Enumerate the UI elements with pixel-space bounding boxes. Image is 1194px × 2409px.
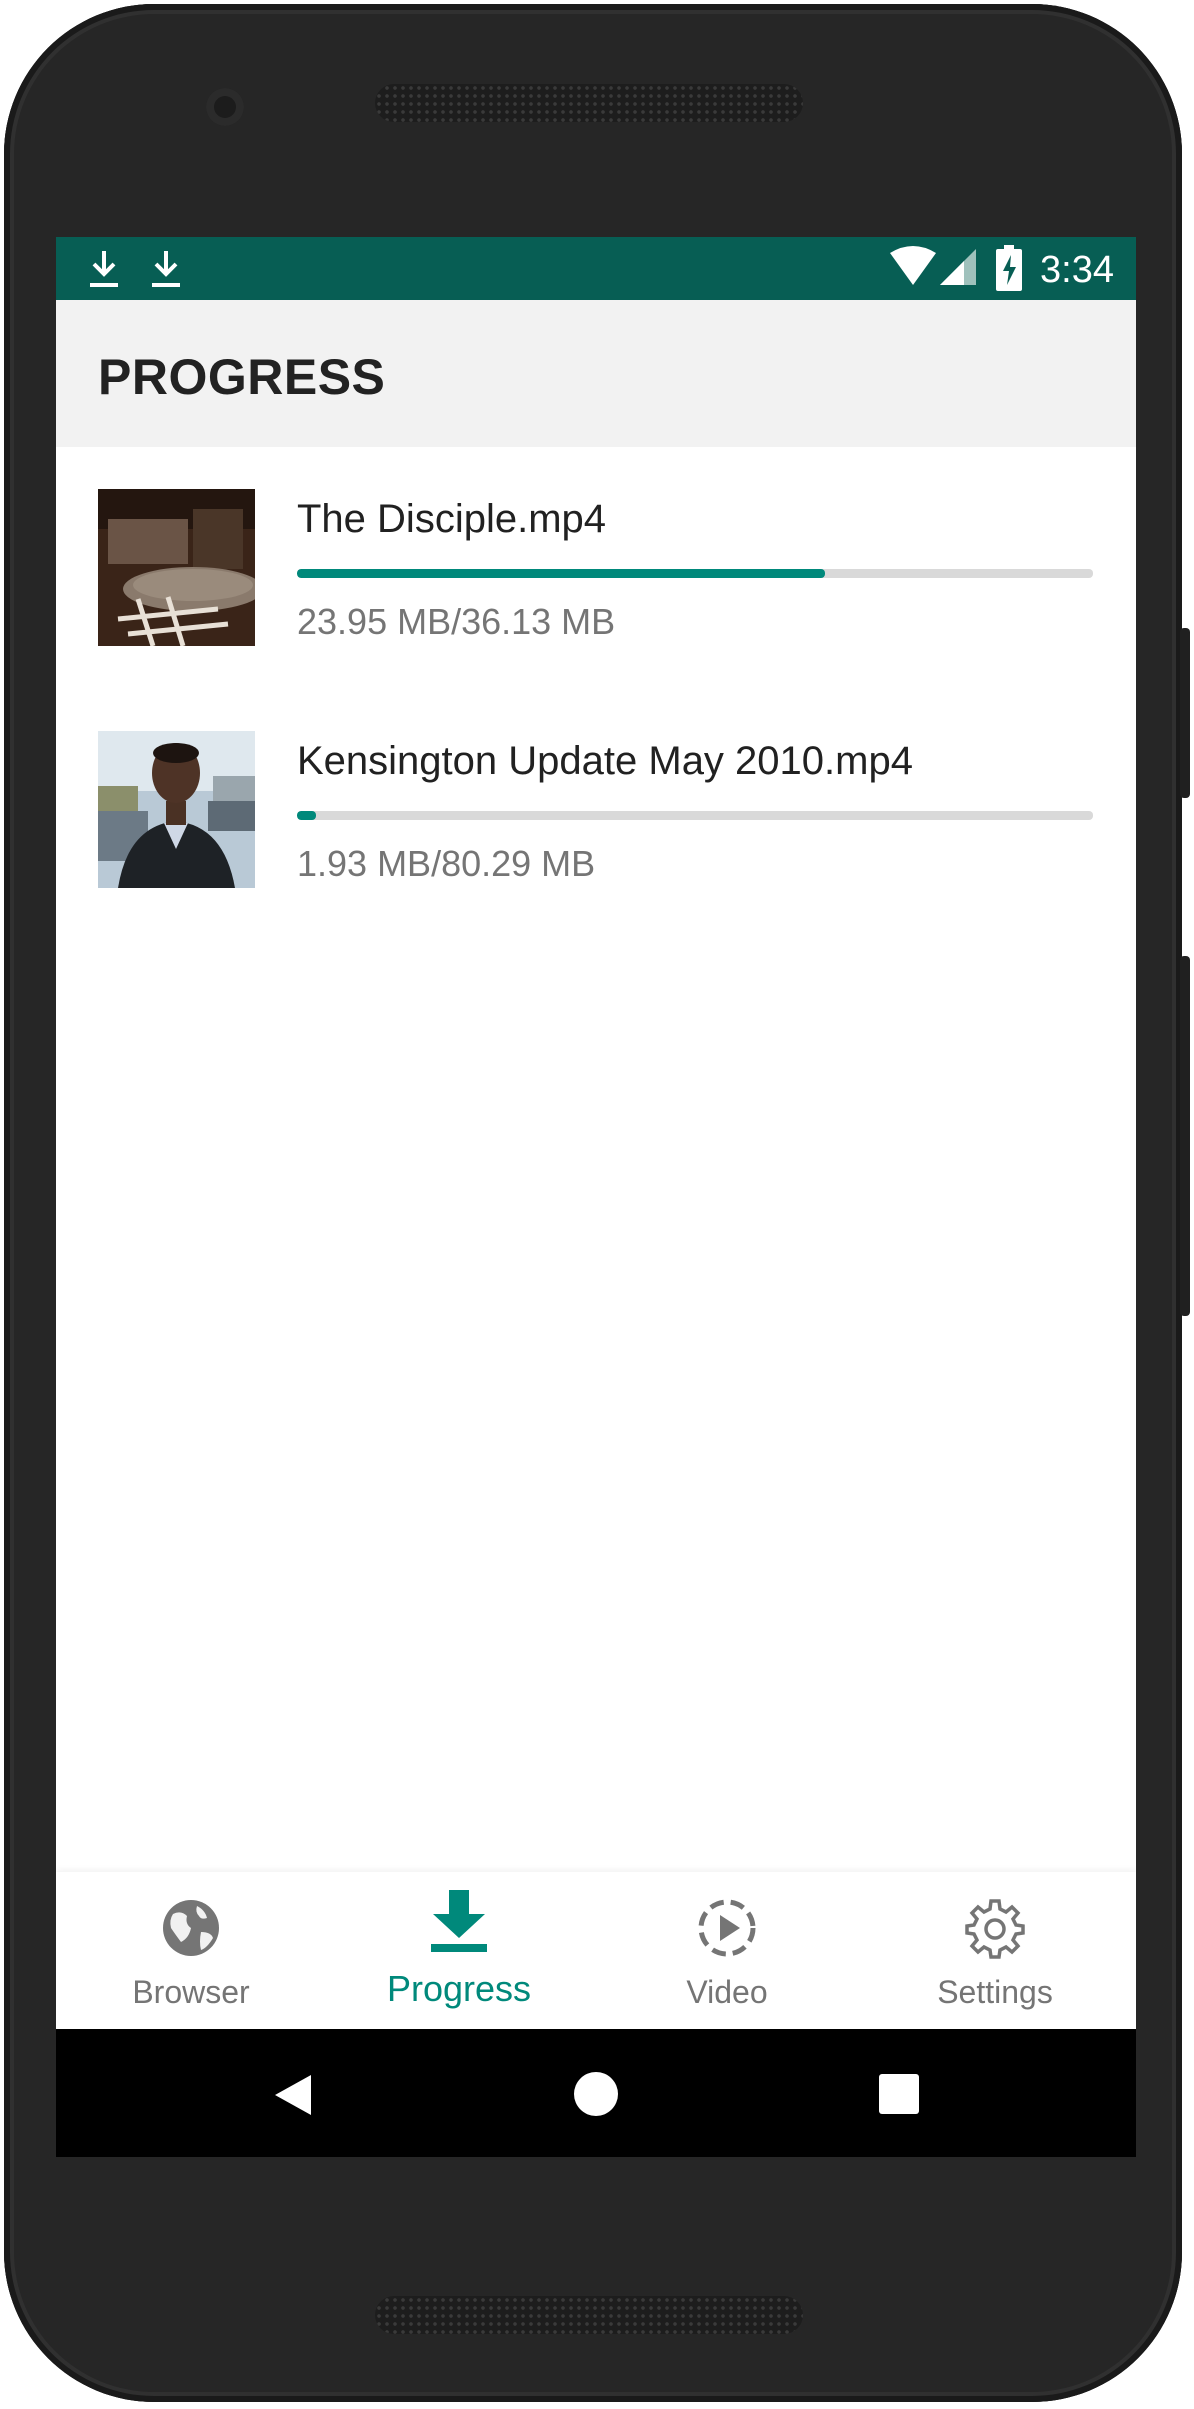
back-icon[interactable] xyxy=(273,2073,313,2117)
system-navigation-bar xyxy=(56,2029,1136,2157)
download-icon xyxy=(90,251,118,287)
page-title: PROGRESS xyxy=(98,349,386,405)
front-camera xyxy=(206,88,244,126)
recents-icon[interactable] xyxy=(879,2074,919,2114)
phone-frame: 3:34 PROGRESS The Disciple.mp4 23.95 MB/… xyxy=(4,4,1190,2402)
video-thumbnail xyxy=(98,489,255,646)
nav-label: Video xyxy=(686,1974,768,2010)
video-thumbnail xyxy=(98,731,255,888)
home-icon[interactable] xyxy=(573,2071,619,2117)
status-time: 3:34 xyxy=(1040,249,1114,291)
progress-bar xyxy=(297,569,1093,578)
download-item[interactable]: Kensington Update May 2010.mp4 1.93 MB/8… xyxy=(56,689,1136,931)
bottom-speaker xyxy=(375,2296,803,2334)
play-circle-icon xyxy=(698,1899,756,1957)
download-item[interactable]: The Disciple.mp4 23.95 MB/36.13 MB xyxy=(56,447,1136,689)
file-name: The Disciple.mp4 xyxy=(297,497,607,541)
app-bar: PROGRESS xyxy=(56,300,1136,447)
progress-bar xyxy=(297,811,1093,820)
nav-item-video[interactable]: Video xyxy=(592,1872,862,2029)
battery-charging-icon xyxy=(996,245,1022,291)
progress-bar-fill xyxy=(297,811,317,820)
top-speaker xyxy=(375,84,803,122)
power-button xyxy=(1180,628,1190,798)
nav-label: Browser xyxy=(132,1974,250,2010)
download-size: 1.93 MB/80.29 MB xyxy=(297,843,596,884)
progress-bar-fill xyxy=(297,569,825,578)
nav-label: Settings xyxy=(937,1974,1053,2010)
nav-item-settings[interactable]: Settings xyxy=(860,1872,1130,2029)
screen: 3:34 PROGRESS The Disciple.mp4 23.95 MB/… xyxy=(56,237,1136,2157)
gear-icon xyxy=(965,1899,1025,1959)
file-name: Kensington Update May 2010.mp4 xyxy=(297,739,913,783)
status-bar: 3:34 xyxy=(56,237,1136,300)
signal-icon xyxy=(940,249,976,285)
volume-button xyxy=(1180,956,1190,1316)
nav-item-progress[interactable]: Progress xyxy=(324,1872,594,2029)
bottom-navigation: Browser Progress Video Settings xyxy=(56,1872,1136,2029)
nav-item-browser[interactable]: Browser xyxy=(56,1872,326,2029)
nav-label: Progress xyxy=(386,1968,532,2009)
download-size: 23.95 MB/36.13 MB xyxy=(297,601,616,642)
download-icon xyxy=(152,251,180,287)
wifi-icon xyxy=(890,246,936,285)
download-icon xyxy=(431,1890,487,1952)
globe-icon xyxy=(163,1900,219,1956)
